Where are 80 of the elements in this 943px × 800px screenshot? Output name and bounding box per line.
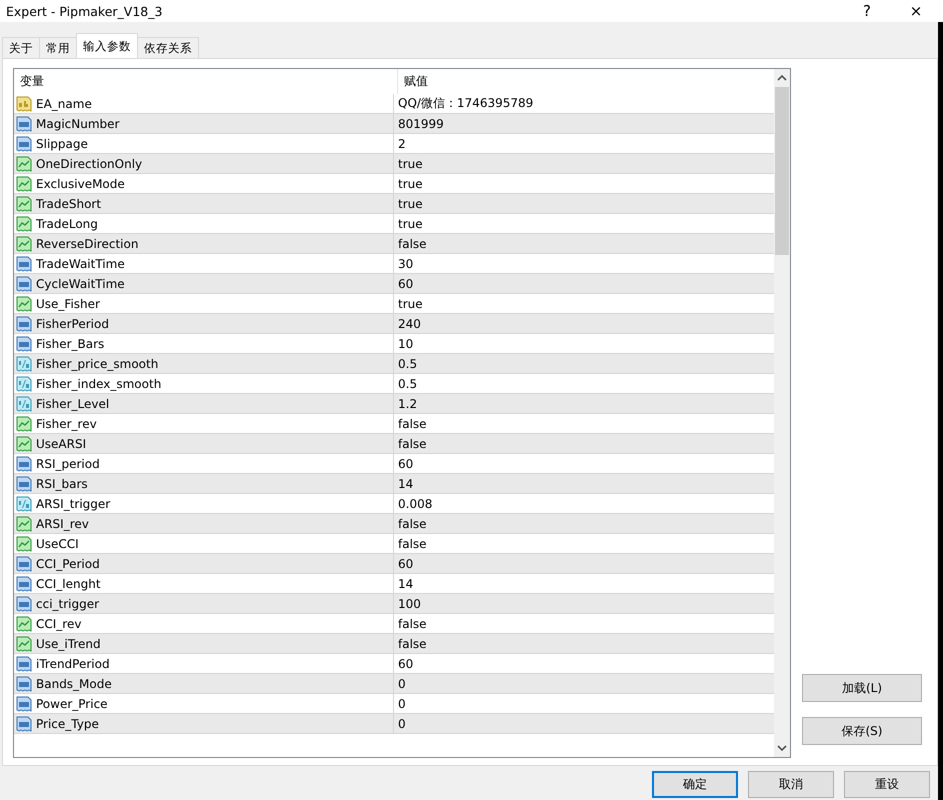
parameter-name: RSI_period	[36, 456, 100, 470]
parameter-name: FisherPeriod	[36, 316, 109, 330]
window-title: Expert - Pipmaker_V18_3	[5, 4, 164, 18]
parameter-name: OneDirectionOnly	[36, 156, 142, 170]
parameter-value[interactable]: false	[398, 516, 427, 530]
parameter-name: Slippage	[36, 136, 88, 150]
scrollbar-thumb[interactable]	[775, 87, 789, 255]
parameter-value[interactable]: 60	[398, 556, 414, 570]
parameter-name: CCI_lenght	[36, 576, 101, 590]
scrollbar[interactable]	[774, 69, 790, 757]
parameter-name: Use_iTrend	[36, 636, 101, 650]
parameter-name: ReverseDirection	[36, 236, 138, 250]
scroll-up-icon[interactable]	[777, 73, 787, 83]
parameter-value[interactable]: 0	[398, 716, 406, 730]
parameter-name: Fisher_index_smooth	[36, 376, 162, 390]
parameter-name: Use_Fisher	[36, 296, 100, 310]
parameter-value[interactable]: true	[398, 296, 423, 310]
parameter-value[interactable]: true	[398, 156, 423, 170]
parameter-name: Power_Price	[36, 696, 108, 710]
parameter-value[interactable]: true	[398, 196, 423, 210]
parameter-name: Fisher_rev	[36, 416, 97, 430]
parameter-value[interactable]: 30	[398, 256, 414, 270]
parameter-value[interactable]: 801999	[398, 116, 444, 130]
help-button[interactable]: ?	[845, 0, 889, 22]
parameter-value[interactable]: true	[398, 176, 423, 190]
parameter-name: MagicNumber	[36, 116, 120, 130]
parameter-name: CycleWaitTime	[36, 276, 125, 290]
save-button[interactable]: 保存(S)	[802, 717, 922, 745]
parameter-name: Price_Type	[36, 716, 99, 730]
parameter-name: Fisher_Level	[36, 396, 110, 410]
parameter-value[interactable]: 0	[398, 676, 406, 690]
parameter-name: TradeLong	[36, 216, 98, 230]
parameter-value[interactable]: 60	[398, 656, 414, 670]
parameter-value[interactable]: 10	[398, 336, 414, 350]
parameter-value[interactable]: false	[398, 436, 427, 450]
parameter-name: TradeShort	[36, 196, 102, 210]
parameter-value[interactable]: true	[398, 216, 423, 230]
parameter-name: ExclusiveMode	[36, 176, 125, 190]
parameter-value[interactable]: false	[398, 636, 427, 650]
parameter-value[interactable]: 60	[398, 276, 414, 290]
parameter-value[interactable]: 100	[398, 596, 421, 610]
parameter-value[interactable]: 14	[398, 576, 414, 590]
parameter-value[interactable]: 1.2	[398, 396, 418, 410]
tab[interactable]: 输入参数	[76, 33, 138, 58]
tab[interactable]: 关于	[2, 37, 40, 58]
parameter-name: ARSI_trigger	[36, 496, 110, 510]
parameter-name: cci_trigger	[36, 596, 100, 610]
close-button[interactable]: ×	[894, 0, 938, 22]
dialog-button[interactable]: 取消	[748, 771, 834, 798]
parameter-value[interactable]: false	[398, 236, 427, 250]
parameter-value[interactable]: false	[398, 416, 427, 430]
dialog-button[interactable]: 确定	[652, 771, 738, 798]
parameter-name: TradeWaitTime	[36, 256, 125, 270]
parameter-value[interactable]: 0.008	[398, 496, 432, 510]
dialog-button[interactable]: 重设	[844, 771, 930, 798]
parameter-name: EA_name	[36, 96, 92, 110]
parameter-name: iTrendPeriod	[36, 656, 110, 670]
parameter-value[interactable]: 0.5	[398, 356, 418, 370]
scroll-down-icon[interactable]	[777, 743, 787, 753]
parameter-value[interactable]: false	[398, 616, 427, 630]
parameter-name: CCI_rev	[36, 616, 82, 630]
parameter-value[interactable]: 60	[398, 456, 414, 470]
parameter-value[interactable]: QQ/微信：1746395789	[398, 95, 534, 112]
parameter-name: Bands_Mode	[36, 676, 112, 690]
parameter-name: UseCCI	[36, 536, 79, 550]
parameter-value[interactable]: 0	[398, 696, 406, 710]
parameter-value[interactable]: 2	[398, 136, 406, 150]
parameter-value[interactable]: 0.5	[398, 376, 418, 390]
parameter-name: RSI_bars	[36, 476, 88, 490]
parameter-name: UseARSI	[36, 436, 86, 450]
column-header[interactable]: 赋值	[398, 69, 774, 94]
parameter-value[interactable]: false	[398, 536, 427, 550]
tab[interactable]: 依存关系	[137, 37, 199, 58]
parameter-name: ARSI_rev	[36, 516, 89, 530]
parameter-name: CCI_Period	[36, 556, 100, 570]
load-button[interactable]: 加载(L)	[802, 674, 922, 702]
parameter-name: Fisher_price_smooth	[36, 356, 158, 370]
parameter-name: Fisher_Bars	[36, 336, 104, 350]
parameter-value[interactable]: 14	[398, 476, 414, 490]
parameter-value[interactable]: 240	[398, 316, 421, 330]
